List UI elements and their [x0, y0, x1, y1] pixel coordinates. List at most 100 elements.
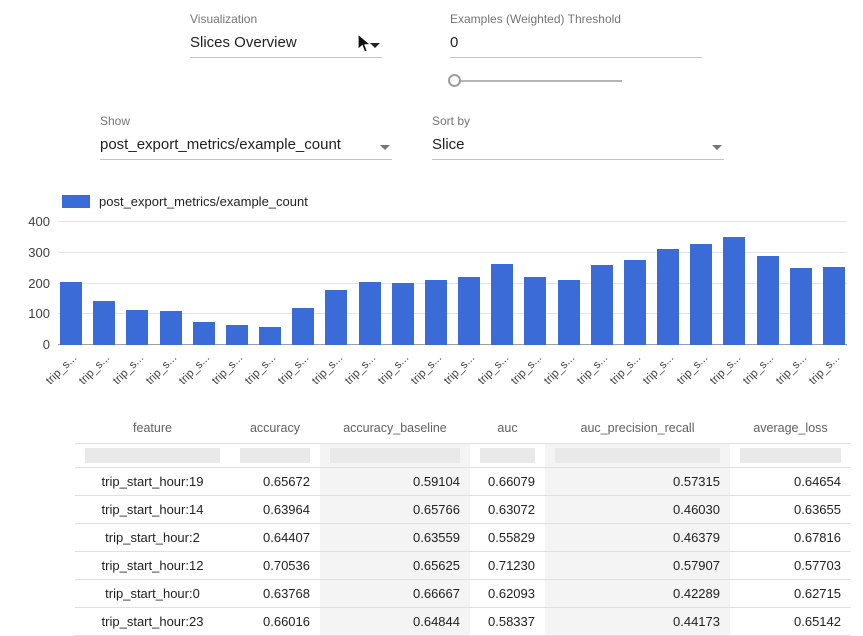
visualization-select[interactable]: Slices Overview — [190, 34, 382, 58]
column-header-average_loss[interactable]: average_loss — [730, 411, 851, 443]
chart-bar[interactable] — [126, 310, 148, 345]
x-axis-tick-label: trip_s... — [78, 352, 113, 387]
slider-thumb[interactable] — [448, 74, 461, 87]
chart-bar[interactable] — [425, 280, 447, 345]
show-select[interactable]: post_export_metrics/example_count — [100, 136, 392, 160]
x-axis-tick-label: trip_s... — [277, 352, 312, 387]
cell-auc: 0.63072 — [470, 496, 545, 523]
x-axis-tick-label: trip_s... — [111, 352, 146, 387]
cell-auc_precision_recall: 0.46379 — [545, 524, 730, 551]
x-axis-tick-label: trip_s... — [310, 352, 345, 387]
table-row: trip_start_hour:120.705360.656250.712300… — [75, 552, 851, 580]
column-header-auc_precision_recall[interactable]: auc_precision_recall — [545, 411, 730, 443]
x-axis-tick-label: trip_s... — [442, 352, 477, 387]
chart-bar[interactable] — [723, 237, 745, 345]
filter-input-auc_precision_recall[interactable] — [555, 448, 720, 463]
show-value: post_export_metrics/example_count — [100, 136, 341, 153]
cell-feature: trip_start_hour:14 — [75, 496, 230, 523]
x-axis-tick-label: trip_s... — [476, 352, 511, 387]
chart-bar[interactable] — [757, 256, 779, 345]
visualization-value: Slices Overview — [190, 34, 297, 51]
column-header-accuracy_baseline[interactable]: accuracy_baseline — [320, 411, 470, 443]
chart-bar[interactable] — [292, 308, 314, 345]
sort-by-value: Slice — [432, 136, 465, 153]
chart-bar[interactable] — [690, 244, 712, 345]
chart-bar[interactable] — [657, 249, 679, 345]
threshold-control: Examples (Weighted) Threshold — [450, 12, 702, 88]
y-axis-tick-label: 0 — [43, 338, 50, 352]
chart-bar[interactable] — [392, 283, 414, 345]
chart-bar[interactable] — [193, 322, 215, 345]
chart-bar[interactable] — [226, 325, 248, 345]
chart-bar[interactable] — [160, 311, 182, 345]
column-header-accuracy[interactable]: accuracy — [230, 411, 320, 443]
threshold-input[interactable] — [450, 34, 702, 58]
x-axis-tick-label: trip_s... — [708, 352, 743, 387]
cell-accuracy: 0.66016 — [230, 608, 320, 635]
x-axis: trip_s...trip_s...trip_s...trip_s...trip… — [58, 345, 847, 393]
cell-auc: 0.58337 — [470, 608, 545, 635]
x-axis-tick-label: trip_s... — [44, 352, 79, 387]
x-axis-tick-label: trip_s... — [343, 352, 378, 387]
table-row: trip_start_hour:140.639640.657660.630720… — [75, 496, 851, 524]
column-header-feature[interactable]: feature — [75, 411, 230, 443]
chart-plot — [58, 221, 847, 345]
cell-accuracy_baseline: 0.65766 — [320, 496, 470, 523]
legend-label: post_export_metrics/example_count — [99, 194, 308, 209]
x-axis-tick-label: trip_s... — [177, 352, 212, 387]
cell-auc: 0.71230 — [470, 552, 545, 579]
filter-input-auc[interactable] — [480, 448, 535, 463]
filter-row — [75, 444, 851, 468]
table-row: trip_start_hour:190.656720.591040.660790… — [75, 468, 851, 496]
x-axis-tick-label: trip_s... — [807, 352, 842, 387]
chart-bar[interactable] — [624, 260, 646, 345]
chart-bar[interactable] — [491, 264, 513, 345]
cell-accuracy_baseline: 0.59104 — [320, 468, 470, 495]
chart-bar[interactable] — [823, 267, 845, 345]
chart-bar[interactable] — [93, 301, 115, 345]
chart-bar[interactable] — [790, 268, 812, 345]
dropdown-arrow-icon — [712, 145, 722, 150]
cell-accuracy_baseline: 0.65625 — [320, 552, 470, 579]
legend-swatch — [62, 195, 90, 208]
plot-area: 0100200300400 trip_s...trip_s...trip_s..… — [12, 221, 847, 393]
threshold-slider[interactable] — [450, 74, 622, 88]
chart-bar[interactable] — [359, 282, 381, 345]
column-header-auc[interactable]: auc — [470, 411, 545, 443]
cell-auc: 0.62093 — [470, 580, 545, 607]
x-axis-tick-label: trip_s... — [243, 352, 278, 387]
chart-bar[interactable] — [325, 290, 347, 345]
x-axis-tick-label: trip_s... — [409, 352, 444, 387]
cell-average_loss: 0.65142 — [730, 608, 851, 635]
sort-by-select[interactable]: Slice — [432, 136, 724, 160]
cell-auc_precision_recall: 0.44173 — [545, 608, 730, 635]
chart-bar[interactable] — [60, 282, 82, 345]
filter-input-accuracy[interactable] — [240, 448, 310, 463]
show-control: Show post_export_metrics/example_count — [100, 114, 392, 160]
cell-average_loss: 0.62715 — [730, 580, 851, 607]
cell-auc_precision_recall: 0.57315 — [545, 468, 730, 495]
cell-feature: trip_start_hour:2 — [75, 524, 230, 551]
y-axis-tick-label: 100 — [28, 307, 50, 321]
cell-accuracy: 0.63768 — [230, 580, 320, 607]
filter-input-feature[interactable] — [85, 448, 220, 463]
cell-auc_precision_recall: 0.57907 — [545, 552, 730, 579]
filter-input-accuracy_baseline[interactable] — [330, 448, 460, 463]
filter-input-average_loss[interactable] — [740, 448, 841, 463]
chart-bar[interactable] — [524, 277, 546, 345]
cell-accuracy: 0.65672 — [230, 468, 320, 495]
cell-accuracy_baseline: 0.64844 — [320, 608, 470, 635]
visualization-control: Visualization Slices Overview — [190, 12, 382, 88]
slices-bar-chart: post_export_metrics/example_count 010020… — [12, 194, 847, 393]
chart-bar[interactable] — [458, 277, 480, 345]
metric-controls-row: Show post_export_metrics/example_count S… — [100, 114, 863, 160]
chart-bar[interactable] — [558, 280, 580, 345]
metrics-table: featureaccuracyaccuracy_baselineaucauc_p… — [75, 411, 851, 636]
x-axis-tick-label: trip_s... — [144, 352, 179, 387]
chart-legend: post_export_metrics/example_count — [62, 194, 847, 209]
x-axis-tick-label: trip_s... — [675, 352, 710, 387]
chart-bar[interactable] — [591, 265, 613, 345]
chart-bar[interactable] — [259, 327, 281, 345]
x-axis-tick-label: trip_s... — [376, 352, 411, 387]
visualization-label: Visualization — [190, 12, 382, 26]
